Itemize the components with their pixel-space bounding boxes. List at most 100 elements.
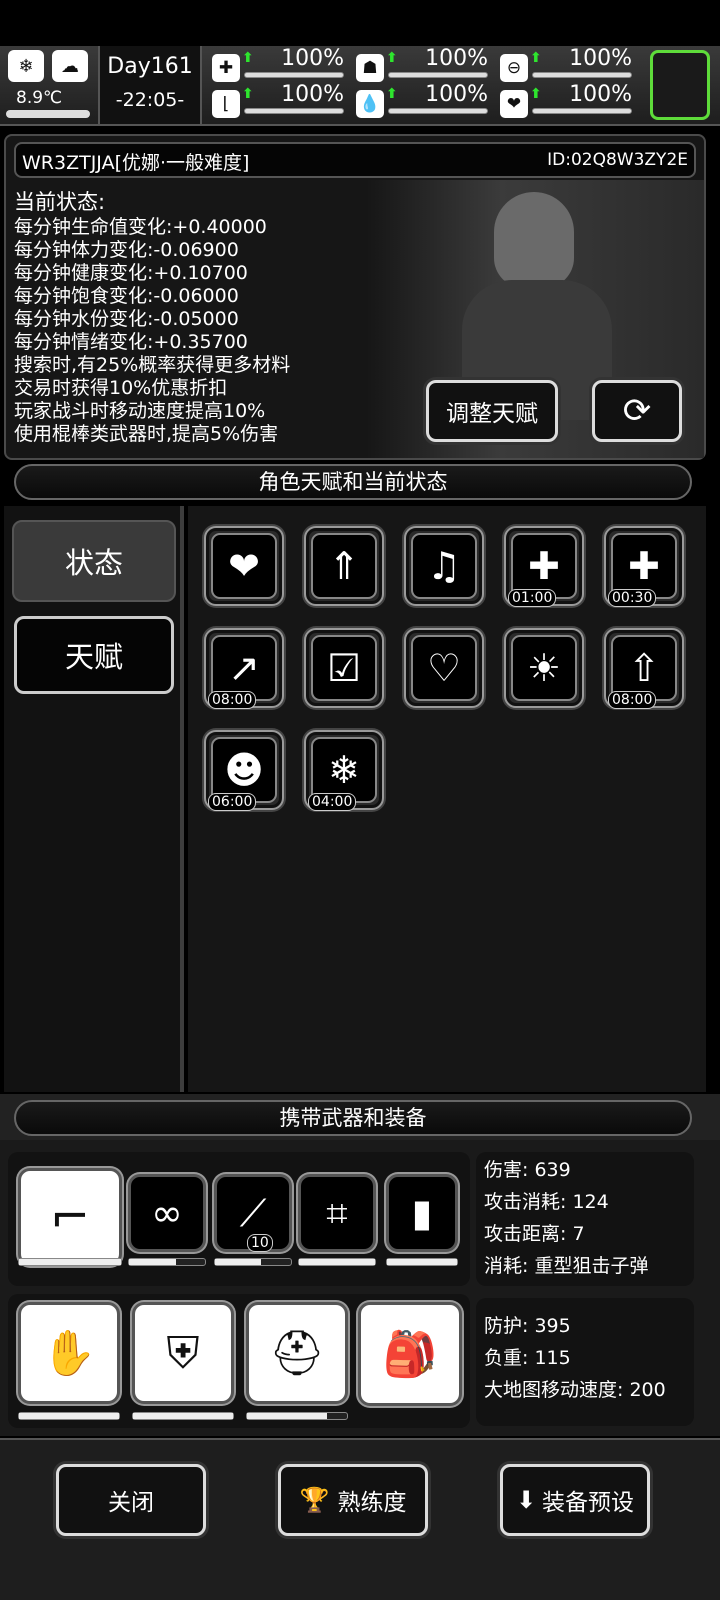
rifle-icon: ⟋ [239,1190,267,1235]
buff-tile[interactable]: ↗ 08:00 [204,628,284,709]
tab-status[interactable]: 状态 [12,520,176,602]
status-line: 每分钟生命值变化:+0.40000 [14,216,267,238]
durability-fill [215,1259,261,1265]
weapon-ammo: 消耗: 重型狙击子弹 [484,1255,649,1277]
menu-slot-button[interactable] [650,50,710,120]
buff-tile[interactable]: ✚ 01:00 [504,526,584,607]
sniper-rifle-icon: ⌐ [49,1189,91,1245]
status-line: 使用棍棒类武器时,提高5%伤害 [14,423,279,445]
clipboard-pill-icon: ☑ [311,635,377,701]
armor-protection: 防护: 395 [484,1315,571,1337]
weapon-slots: ⌐ ∞ ⟋ 10 ⌗ ▮ [8,1152,470,1286]
armor-slot[interactable]: ✋ [18,1302,120,1404]
durability-fill [247,1413,327,1419]
stamina-value: 100% [281,82,344,107]
buff-tile[interactable]: ☀ [504,628,584,708]
backpack-icon: 🎒 [382,1329,438,1380]
day-clock: Day161 -22:05- [98,46,202,124]
temperature-bar [6,110,90,118]
buff-tile[interactable]: ⇑ [304,526,384,606]
armor-stats: 防护: 395 负重: 115 大地图移动速度: 200 [476,1298,694,1426]
buff-timer: 08:00 [608,691,657,709]
durability-fill [129,1259,177,1265]
status-line: 每分钟饱食变化:-0.06000 [14,285,239,307]
status-hud: ❄ ☁ 8.9℃ Day161 -22:05- ✚ ⬆ 100% ☗ ⬆ 100… [0,46,720,126]
buff-tile[interactable]: ❄ 04:00 [304,730,384,811]
status-title: 当前状态: [14,190,106,214]
buff-tile[interactable]: ♫ [404,526,484,606]
temperature: 8.9℃ [16,88,63,108]
backpack-slot[interactable]: 🎒 [358,1302,462,1406]
armor-slot[interactable]: ⛑ [246,1302,348,1404]
music-heart-icon: ♫ [411,533,477,599]
equipment-preset-button[interactable]: ⬇ 装备预设 [500,1464,650,1536]
proficiency-button[interactable]: 🏆 熟练度 [278,1464,428,1536]
weapon-slot[interactable]: ⌗ [298,1174,376,1252]
body-armor-icon: ⛨ [166,1327,200,1379]
preset-label: 装备预设 [542,1490,635,1516]
heart-icon: ❤ [211,533,277,599]
heart-stomach-icon: ♡ [411,635,477,701]
stamina-bar [244,108,344,114]
section-header-talent: 角色天赋和当前状态 [14,464,692,500]
health-bar [244,72,344,78]
tab-talent[interactable]: 天赋 [14,616,174,694]
status-line: 玩家战斗时移动速度提高10% [14,400,266,422]
lock-icon: ⊖ [500,54,528,82]
character-id: ID:02Q8W3ZY2E [547,150,688,170]
close-button[interactable]: 关闭 [56,1464,206,1536]
shirt-swap-icon: ⟳ [622,391,652,431]
status-line: 每分钟水份变化:-0.05000 [14,308,239,330]
buff-tile[interactable]: ❤ [204,526,284,606]
hunger-bar [388,72,488,78]
weapon-slot[interactable]: ⌐ [18,1168,122,1266]
durability-fill [299,1259,375,1265]
weapon-stats: 伤害: 639 攻击消耗: 124 攻击距离: 7 消耗: 重型狙击子弹 [476,1152,694,1286]
durability-fill [19,1413,119,1419]
armor-slot[interactable]: ⛨ [132,1302,234,1404]
armor-plate-icon: ▮ [411,1191,433,1235]
buff-tile[interactable]: ☻ 06:00 [204,730,284,811]
tab-sidebar: 状态 天赋 [4,506,184,1092]
water-bar [388,108,488,114]
weapon-range: 攻击距离: 7 [484,1223,585,1245]
status-line: 每分钟情绪变化:+0.35700 [14,331,248,353]
weapon-damage: 伤害: 639 [484,1159,571,1181]
weapon-attack-cost: 攻击消耗: 124 [484,1191,609,1213]
helmet-icon: ⛑ [269,1328,325,1379]
cloud-icon: ☁ [52,50,88,82]
outfit-swap-button[interactable]: ⟳ [592,380,682,442]
buff-tile[interactable]: ♡ [404,628,484,708]
status-line: 交易时获得10%优惠折扣 [14,377,228,399]
buff-timer: 08:00 [208,691,257,709]
adjust-talent-button[interactable]: 调整天赋 [426,380,558,442]
character-panel: WR3ZTJJA[优娜·一般难度] ID:02Q8W3ZY2E 当前状态: 每分… [4,134,706,460]
durability-bar [214,1258,292,1266]
weapon-slot[interactable]: ∞ [128,1174,206,1252]
weapon-slot[interactable]: ▮ [386,1174,458,1252]
water-drop-icon: 💧 [356,90,384,118]
mood-value: 100% [569,46,632,71]
status-lines: 每分钟生命值变化:+0.40000 每分钟体力变化:-0.06900 每分钟健康… [14,216,290,446]
preset-icon: ⬇ [515,1486,537,1514]
durability-fill [19,1259,121,1265]
durability-bar [386,1258,458,1266]
map-move-speed: 大地图移动速度: 200 [484,1379,666,1401]
buff-tile[interactable]: ☑ [304,628,384,708]
durability-bar [246,1412,348,1420]
chain-icon: ∞ [151,1191,183,1235]
buff-timer: 00:30 [608,589,657,607]
water-value: 100% [425,82,488,107]
durability-fill [387,1259,457,1265]
buff-tile[interactable]: ⇧ 08:00 [604,628,684,709]
wellness-value: 100% [569,82,632,107]
buff-timer: 04:00 [308,793,357,811]
status-line: 每分钟体力变化:-0.06900 [14,239,239,261]
durability-fill [133,1413,233,1419]
buff-tile[interactable]: ✚ 00:30 [604,526,684,607]
snowflake-icon: ❄ [8,50,44,82]
medkit-icon: ✚ [212,54,240,82]
weapon-slot[interactable]: ⟋ 10 [214,1174,292,1252]
health-value: 100% [281,46,344,71]
character-name-bar: WR3ZTJJA[优娜·一般难度] ID:02Q8W3ZY2E [14,142,696,178]
